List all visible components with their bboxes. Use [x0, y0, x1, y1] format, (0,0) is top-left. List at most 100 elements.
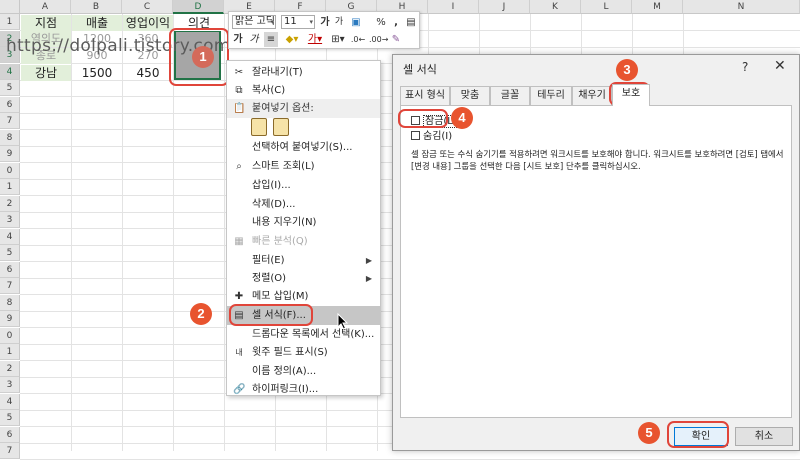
menu-item-label: 내용 지우기(N) [252, 217, 317, 228]
column-header-l[interactable]: L [581, 0, 632, 14]
shrink-font-button[interactable]: 가 [333, 15, 345, 30]
font-size-box[interactable]: 11 ▾ [281, 15, 315, 29]
row-header[interactable]: 6 [0, 426, 20, 443]
borders-icon[interactable]: ⊞▾ [329, 32, 347, 47]
row-header[interactable]: 1 [0, 14, 20, 30]
grow-font-button[interactable]: 가 [319, 15, 331, 30]
row-header[interactable]: 9 [0, 146, 20, 162]
paste-icon: 📋 [233, 103, 246, 114]
row-header[interactable]: 6 [0, 96, 20, 113]
menu-item-pick-from-list[interactable]: 드롭다운 목록에서 선택(K)... [227, 325, 380, 344]
percent-button[interactable]: % [375, 15, 387, 30]
menu-item-clear-contents[interactable]: 내용 지우기(N) [227, 213, 380, 232]
column-header-j[interactable]: J [479, 0, 530, 14]
row-header[interactable]: 5 [0, 410, 20, 426]
row-header[interactable]: 2 [0, 360, 20, 377]
hidden-checkbox[interactable]: 숨김(I) [411, 131, 452, 143]
comma-button[interactable]: , [391, 15, 401, 30]
column-header-i[interactable]: I [428, 0, 479, 14]
callout-badge-3: 3 [616, 59, 638, 81]
decrease-decimal-icon[interactable]: .00→ [369, 32, 388, 47]
tab-protection[interactable]: 보호 [612, 84, 650, 106]
menu-item-smart-lookup[interactable]: ⌕ 스마트 조회(L) [227, 157, 380, 176]
column-header-a[interactable]: A [20, 0, 71, 14]
row-header[interactable]: 0 [0, 162, 20, 179]
cell-c4[interactable]: 450 [123, 65, 173, 81]
menu-item-label: 복사(C) [252, 85, 286, 96]
row-header[interactable]: 7 [0, 443, 20, 459]
row-header[interactable]: 7 [0, 113, 20, 129]
column-header-k[interactable]: K [530, 0, 581, 14]
row-header[interactable]: 5 [0, 80, 20, 96]
protection-panel: 잠금(L) 숨김(I) 셀 잠금 또는 수식 숨기기를 적용하려면 워크시트를 … [400, 105, 792, 418]
row-header[interactable]: 4 [0, 393, 20, 410]
paste-option-icon[interactable] [251, 118, 267, 136]
tab-fill[interactable]: 채우기 [572, 86, 612, 105]
number-format-icon[interactable]: ▣ [348, 15, 364, 30]
header-profit[interactable]: 영업이익 [123, 15, 173, 31]
row-header[interactable]: 9 [0, 311, 20, 327]
row-header[interactable]: 6 [0, 261, 20, 278]
row-header[interactable]: 1 [0, 179, 20, 195]
menu-item-copy[interactable]: ⧉ 복사(C) [227, 81, 380, 100]
column-header-b[interactable]: B [71, 0, 122, 14]
row-header[interactable]: 8 [0, 294, 20, 311]
row-header[interactable]: 8 [0, 129, 20, 146]
mini-toolbar: 맑은 고딕 ▾ 11 ▾ 가 가 ▣ % , ▤ 가 가 ≡ ◆▾ 가▾ ⊞▾ .0… [228, 11, 420, 49]
align-center-icon[interactable]: ≡ [264, 32, 278, 47]
menu-item-paste-options: 📋 붙여넣기 옵션: [227, 99, 380, 118]
column-header-d[interactable]: D [173, 0, 224, 14]
menu-item-insert[interactable]: 삽입(I)... [227, 176, 380, 195]
column-header-n[interactable]: N [683, 0, 800, 14]
menu-item-delete[interactable]: 삭제(D)... [227, 195, 380, 214]
row-header[interactable]: 3 [0, 212, 20, 228]
row-header[interactable]: 4 [0, 228, 20, 245]
menu-item-define-name[interactable]: 이름 정의(A)... [227, 362, 380, 381]
header-sales[interactable]: 매출 [72, 15, 122, 31]
clear-format-icon[interactable]: ✎ [389, 32, 403, 47]
tab-alignment[interactable]: 맞춤 [450, 86, 490, 105]
menu-item-quick-analysis[interactable]: ▦ 빠른 분석(Q) [227, 232, 380, 251]
menu-item-sort[interactable]: 정렬(O) ▶ [227, 269, 380, 288]
paste-values-icon[interactable] [273, 118, 289, 136]
select-all-corner[interactable] [0, 0, 20, 14]
menu-item-label: 스마트 조회(L) [252, 161, 315, 172]
tab-number[interactable]: 표시 형식 [400, 86, 450, 105]
header-branch[interactable]: 지점 [21, 15, 71, 31]
cancel-button[interactable]: 취소 [735, 427, 793, 446]
menu-item-phonetic[interactable]: 내 윗주 필드 표시(S) [227, 343, 380, 362]
row-header[interactable]: 4 [0, 63, 20, 80]
submenu-arrow-icon: ▶ [365, 256, 372, 265]
increase-decimal-icon[interactable]: .0← [350, 32, 366, 47]
menu-item-label: 삽입(I)... [252, 180, 291, 191]
italic-button[interactable]: 가 [248, 32, 260, 47]
cell-b4[interactable]: 1500 [72, 65, 122, 81]
fill-color-icon[interactable]: ◆▾ [282, 32, 302, 47]
row-header[interactable]: 7 [0, 278, 20, 294]
font-name-box[interactable]: 맑은 고딕 ▾ [232, 15, 276, 29]
help-button[interactable]: ? [742, 60, 748, 74]
menu-item-filter[interactable]: 필터(E) ▶ [227, 251, 380, 270]
menu-item-hyperlink[interactable]: 🔗 하이퍼링크(I)... [227, 380, 380, 399]
format-painter-icon[interactable]: ▤ [404, 15, 418, 30]
hidden-label: 숨김(I) [423, 131, 453, 142]
bold-button[interactable]: 가 [232, 32, 244, 47]
tab-font[interactable]: 글꼴 [490, 86, 530, 105]
menu-item-label: 메모 삽입(M) [252, 291, 309, 302]
row-header[interactable]: 3 [0, 377, 20, 393]
menu-item-cut[interactable]: ✂ 잘라내기(T) [227, 63, 380, 82]
tab-border[interactable]: 테두리 [530, 86, 572, 105]
callout-badge-4: 4 [451, 107, 473, 129]
row-header[interactable]: 0 [0, 327, 20, 344]
row-header[interactable]: 5 [0, 245, 20, 261]
font-color-icon[interactable]: 가▾ [305, 32, 325, 47]
column-header-c[interactable]: C [122, 0, 173, 14]
cell-a4[interactable]: 강남 [21, 65, 71, 81]
row-header[interactable]: 1 [0, 344, 20, 360]
quick-analysis-icon: ▦ [234, 236, 244, 247]
close-icon[interactable]: ✕ [774, 58, 786, 74]
menu-item-label: 잘라내기(T) [252, 67, 303, 78]
menu-item-paste-special[interactable]: 선택하여 붙여넣기(S)... [227, 138, 380, 157]
row-header[interactable]: 2 [0, 195, 20, 212]
column-header-m[interactable]: M [632, 0, 683, 14]
